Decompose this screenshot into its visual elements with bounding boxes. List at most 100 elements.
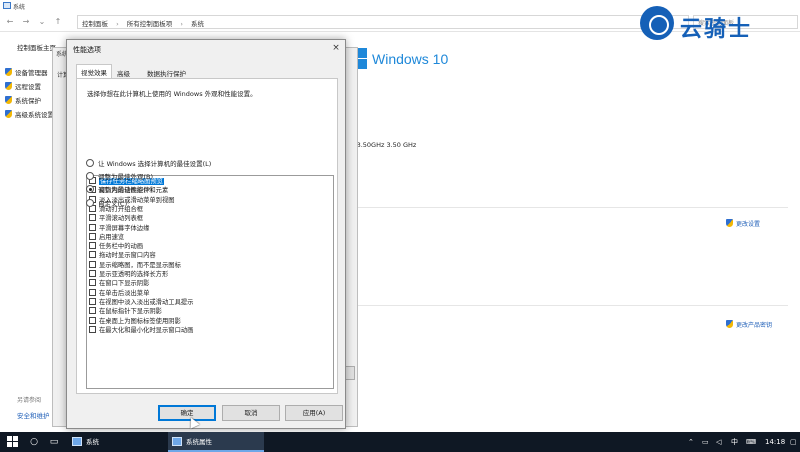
control-panel-home-link[interactable]: 控制面板主页 [17, 42, 56, 52]
back-arrow-icon[interactable]: ← [4, 16, 16, 28]
radio-label: 让 Windows 选择计算机的最佳设置(L) [98, 160, 212, 168]
effect-checkbox[interactable]: 在视图中淡入淡出或滑动工具提示 [89, 297, 194, 307]
checkbox-icon[interactable] [89, 279, 96, 287]
checkbox-label: 在桌面上为图标标签使用阴影 [99, 317, 181, 325]
checkbox-label: 任务栏中的动画 [99, 243, 144, 251]
radio-button-icon[interactable] [86, 172, 94, 180]
dialog-title: 性能选项 [73, 46, 101, 54]
change-settings-link[interactable]: 更改设置 [726, 219, 760, 228]
effect-checkbox[interactable]: 在单击后淡出菜单 [89, 288, 150, 298]
radio-label: 自定义(C): [98, 200, 130, 208]
effect-checkbox[interactable]: 拖动时显示窗口内容 [89, 251, 156, 260]
effect-checkbox[interactable]: 平滑屏幕字体边缘 [89, 223, 150, 233]
effect-checkbox[interactable]: 任务栏中的动画 [89, 242, 143, 251]
checkbox-label: 在视图中淡入淡出或滑动工具提示 [99, 298, 194, 306]
system-properties-app-icon [172, 437, 182, 446]
breadcrumb-control-panel[interactable]: 控制面板 [82, 20, 108, 28]
cancel-button[interactable]: 取消 [222, 405, 280, 421]
effect-checkbox[interactable]: 在鼠标指针下显示阴影 [89, 307, 162, 316]
radio-best-appearance[interactable]: 调整为最佳外观(B) [86, 171, 153, 181]
radio-let-windows-choose[interactable]: 让 Windows 选择计算机的最佳设置(L) [86, 158, 211, 168]
tray-chevron-icon[interactable]: ⌃ [688, 432, 694, 452]
tab-advanced[interactable]: 高级 [112, 65, 135, 78]
radio-label: 调整为最佳外观(B) [98, 173, 154, 181]
checkbox-icon[interactable] [89, 288, 96, 296]
checkbox-icon[interactable] [89, 316, 96, 324]
tab-visual-effects[interactable]: 视觉效果 [76, 64, 112, 79]
breadcrumb-all-items[interactable]: 所有控制面板项 [127, 20, 173, 28]
effect-checkbox[interactable]: 启用速览 [89, 232, 125, 242]
effect-checkbox[interactable]: 显示缩略图，而不是显示图标 [89, 260, 181, 270]
checkbox-label: 在单击后淡出菜单 [99, 289, 150, 297]
checkbox-label: 在鼠标指针下显示阴影 [99, 308, 162, 316]
knight-emblem-icon [640, 6, 674, 40]
checkbox-icon[interactable] [89, 214, 96, 222]
ime-indicator[interactable]: 中 [731, 432, 738, 452]
taskbar-app-system[interactable]: 系统 [68, 432, 164, 452]
checkbox-label: 显示缩略图，而不是显示图标 [99, 261, 181, 269]
radio-button-icon[interactable] [86, 185, 94, 193]
checkbox-label: 平滑屏幕字体边缘 [99, 224, 150, 232]
checkbox-icon[interactable] [89, 242, 96, 250]
address-bar[interactable]: 控制面板 › 所有控制面板项 › 系统 [77, 15, 689, 29]
shield-icon [5, 110, 12, 118]
shield-icon [726, 219, 733, 227]
taskbar-app-system-properties[interactable]: 系统属性 [168, 432, 264, 452]
breadcrumb-system[interactable]: 系统 [191, 20, 204, 28]
description-text: 选择你想在此计算机上使用的 Windows 外观和性能设置。 [87, 90, 257, 98]
window-title: 系统 [13, 4, 26, 11]
radio-button-icon[interactable] [86, 199, 94, 207]
network-icon[interactable]: ▭ [702, 432, 709, 452]
radio-custom[interactable]: 自定义(C): [86, 198, 129, 208]
checkbox-icon[interactable] [89, 223, 96, 231]
checkbox-icon[interactable] [89, 232, 96, 240]
divider [348, 207, 788, 208]
close-icon[interactable]: × [329, 42, 343, 54]
sidebar-item-device-manager[interactable]: 设备管理器 [5, 67, 48, 77]
performance-options-dialog: 性能选项 × 视觉效果 高级 数据执行保护 选择你想在此计算机上使用的 Wind… [66, 39, 346, 429]
apply-button[interactable]: 应用(A) [285, 405, 343, 421]
effect-checkbox[interactable]: 平滑滚动列表框 [89, 214, 143, 223]
see-also-heading: 另请参阅 [17, 397, 42, 404]
effect-checkbox[interactable]: 在桌面上为图标标签使用阴影 [89, 316, 181, 326]
security-maintenance-link[interactable]: 安全和维护 [17, 410, 50, 420]
sidebar-item-remote-settings[interactable]: 远程设置 [5, 81, 41, 91]
checkbox-icon[interactable] [89, 251, 96, 259]
effect-checkbox[interactable]: 在最大化和最小化时显示窗口动画 [89, 325, 194, 335]
checkbox-label: 显示亚透明的选择长方形 [99, 271, 169, 278]
brand-logo: 云骑士 [640, 6, 790, 42]
action-center-icon[interactable]: ▢ [790, 432, 797, 452]
checkbox-icon[interactable] [89, 260, 96, 268]
ime-mode-icon[interactable]: ⌨ [746, 432, 756, 452]
visual-effects-panel: 选择你想在此计算机上使用的 Windows 外观和性能设置。 保存任务栏缩略图预… [76, 78, 338, 394]
clock[interactable]: 14:18 [765, 432, 785, 452]
sidebar-item-system-protection[interactable]: 系统保护 [5, 95, 41, 105]
effect-checkbox[interactable]: 显示亚透明的选择长方形 [89, 270, 168, 279]
divider [348, 305, 788, 306]
checkbox-icon[interactable] [89, 307, 96, 315]
change-product-key-link[interactable]: 更改产品密钥 [726, 320, 772, 329]
checkbox-icon[interactable] [89, 325, 96, 333]
shield-icon [5, 68, 12, 76]
radio-button-icon[interactable] [86, 159, 94, 167]
checkbox-label: 在最大化和最小化时显示窗口动画 [99, 326, 194, 334]
checkbox-icon[interactable] [89, 270, 96, 277]
start-button[interactable] [7, 436, 19, 448]
tab-data-execution-prevention[interactable]: 数据执行保护 [142, 65, 191, 78]
checkbox-label: 平滑滚动列表框 [99, 215, 144, 223]
effect-checkbox[interactable]: 在窗口下显示阴影 [89, 279, 149, 288]
recent-chevron-icon[interactable]: ⌄ [36, 16, 48, 28]
volume-icon[interactable]: ◁ [716, 432, 721, 452]
checkbox-label: 启用速览 [99, 233, 125, 241]
sidebar-item-advanced-settings[interactable]: 高级系统设置 [5, 109, 54, 119]
search-icon[interactable]: ○ [28, 436, 40, 448]
forward-arrow-icon[interactable]: → [20, 16, 32, 28]
system-app-icon [72, 437, 82, 446]
radio-label: 调整为最佳性能(P) [98, 186, 153, 194]
up-arrow-icon[interactable]: ↑ [52, 16, 64, 28]
task-view-icon[interactable]: ▭ [48, 436, 60, 448]
windows-edition-text: Windows 10 [372, 51, 449, 67]
checkbox-icon[interactable] [89, 297, 96, 305]
radio-best-performance[interactable]: 调整为最佳性能(P) [86, 184, 153, 194]
shield-icon [5, 82, 12, 90]
